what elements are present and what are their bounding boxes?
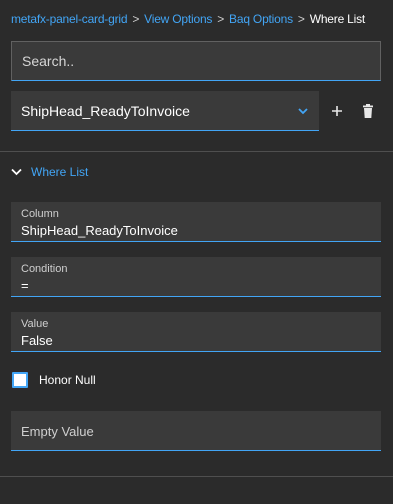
add-button[interactable] (328, 102, 346, 120)
trash-icon (363, 104, 373, 118)
where-item-select[interactable]: ShipHead_ReadyToInvoice (11, 91, 319, 131)
column-field-value: ShipHead_ReadyToInvoice (21, 223, 178, 238)
condition-field[interactable]: Condition = (11, 257, 381, 297)
honor-null-checkbox[interactable] (12, 372, 28, 388)
value-field-value: False (21, 333, 53, 348)
breadcrumb-separator: > (297, 12, 305, 26)
honor-null-label: Honor Null (39, 373, 96, 387)
breadcrumb-link-view-options[interactable]: View Options (144, 12, 212, 26)
breadcrumb: metafx-panel-card-grid > View Options > Baq … (11, 12, 365, 26)
condition-field-label: Condition (21, 263, 68, 275)
where-item-select-value: ShipHead_ReadyToInvoice (21, 103, 190, 119)
condition-field-value: = (21, 278, 29, 293)
chevron-down-icon (11, 168, 22, 176)
column-field-label: Column (21, 208, 59, 220)
empty-value-field[interactable]: Empty Value (11, 411, 381, 451)
section-title: Where List (31, 165, 89, 179)
bottom-divider (0, 476, 393, 477)
delete-button[interactable] (359, 102, 377, 120)
breadcrumb-link-panel[interactable]: metafx-panel-card-grid (11, 12, 128, 26)
breadcrumb-separator: > (132, 12, 140, 26)
breadcrumb-separator: > (217, 12, 225, 26)
value-field[interactable]: Value False (11, 312, 381, 352)
honor-null-option[interactable]: Honor Null (12, 372, 96, 388)
search-field (11, 41, 381, 81)
where-list-section-toggle[interactable]: Where List (11, 164, 88, 180)
column-field[interactable]: Column ShipHead_ReadyToInvoice (11, 202, 381, 242)
search-input[interactable] (12, 42, 380, 80)
section-divider (0, 151, 393, 152)
plus-icon (332, 106, 342, 116)
breadcrumb-current: Where List (309, 12, 366, 26)
empty-value-placeholder: Empty Value (21, 424, 94, 439)
chevron-down-icon (298, 108, 308, 115)
value-field-label: Value (21, 318, 49, 330)
breadcrumb-link-baq-options[interactable]: Baq Options (229, 12, 293, 26)
